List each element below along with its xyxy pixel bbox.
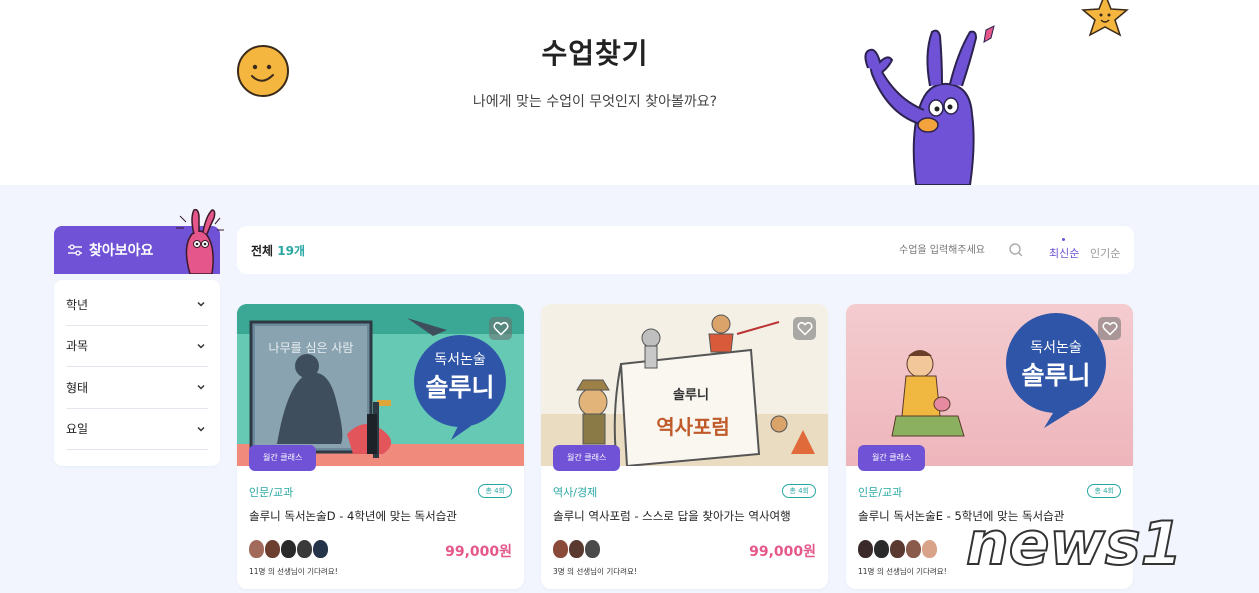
avatar	[313, 540, 328, 558]
news1-watermark-logo: news1	[965, 508, 1183, 580]
class-thumbnail: 솔루니 역사포럼	[541, 304, 828, 466]
class-price: 99,000원	[445, 544, 512, 560]
teacher-waiting-text: 3명 의 선생님이 기다려요!	[553, 567, 637, 576]
thumb-text-brand: 역사포럼	[656, 415, 730, 439]
watermark-text: news1	[966, 509, 1182, 579]
search-input[interactable]	[857, 238, 1027, 262]
chevron-down-icon	[194, 297, 208, 311]
total-count: 전체 19개	[251, 242, 305, 259]
heart-icon[interactable]	[793, 317, 816, 340]
class-category: 역사/경제	[553, 486, 598, 499]
avatar	[585, 540, 600, 558]
filter-subject-label: 과목	[66, 339, 89, 354]
avatar	[281, 540, 296, 558]
heart-icon[interactable]	[489, 317, 512, 340]
total-count-value: 19개	[277, 243, 306, 258]
sort-latest[interactable]: 최신순	[1049, 245, 1079, 261]
class-type-badge: 월간 클래스	[858, 445, 926, 471]
chevron-down-icon	[194, 422, 208, 436]
chevron-down-icon	[194, 380, 208, 394]
filter-grade[interactable]: 학년	[66, 284, 208, 326]
filter-day[interactable]: 요일	[66, 409, 208, 450]
thumb-book-title: 나무를 심은 사람	[269, 341, 354, 355]
avatar	[553, 540, 568, 558]
thumb-text-top: 솔루니	[673, 388, 709, 403]
class-title: 솔루니 역사포럼 - 스스로 답을 찾아가는 역사여행	[553, 509, 791, 523]
filter-type[interactable]: 형태	[66, 367, 208, 409]
filter-subject[interactable]: 과목	[66, 326, 208, 367]
filter-header-label: 찾아보아요	[89, 243, 154, 259]
total-label: 전체	[251, 243, 274, 258]
hero-section: 수업찾기 나에게 맞는 수업이 무엇인지 찾아볼까요?	[0, 0, 1259, 185]
teacher-avatars	[553, 540, 601, 558]
thumb-text-top: 독서논술	[434, 352, 486, 368]
chevron-down-icon	[194, 339, 208, 353]
class-thumbnail: 독서논술 솔루니 나무를 심은 사람	[237, 304, 524, 466]
pink-mascot-illustration	[176, 208, 224, 274]
teacher-waiting-text: 11명 의 선생님이 기다려요!	[249, 567, 338, 576]
search-icon[interactable]	[1008, 242, 1024, 262]
class-category: 인문/교과	[858, 486, 903, 499]
avatar	[906, 540, 921, 558]
teacher-avatars	[249, 540, 329, 558]
smiley-illustration	[237, 45, 289, 97]
star-illustration	[1081, 0, 1129, 37]
thumb-text-brand: 솔루니	[425, 373, 494, 402]
class-type-badge: 월간 클래스	[553, 445, 621, 471]
avatar	[890, 540, 905, 558]
avatar	[874, 540, 889, 558]
page: 수업찾기 나에게 맞는 수업이 무엇인지 찾아볼까요? 찾아보아요 학년 과목 …	[0, 0, 1259, 593]
avatar	[858, 540, 873, 558]
filter-header[interactable]: 찾아보아요	[54, 208, 224, 274]
thumb-text-brand: 솔루니	[1021, 361, 1090, 390]
class-card[interactable]: 독서논술 솔루니 나무를 심은 사람 월간 클래스 인문/교과 총 4회 솔루니…	[237, 304, 524, 589]
avatar	[922, 540, 937, 558]
class-price: 99,000원	[749, 544, 816, 560]
avatar	[297, 540, 312, 558]
page-title: 수업찾기	[541, 37, 649, 70]
thumb-text-top: 독서논술	[1030, 340, 1082, 356]
avatar	[265, 540, 280, 558]
avatar	[249, 540, 264, 558]
session-count-pill: 총 4회	[782, 484, 816, 498]
class-category: 인문/교과	[249, 486, 294, 499]
page-subtitle: 나에게 맞는 수업이 무엇인지 찾아볼까요?	[472, 94, 718, 110]
filter-type-label: 형태	[66, 380, 89, 395]
session-count-pill: 총 4회	[478, 484, 512, 498]
class-type-badge: 월간 클래스	[249, 445, 317, 471]
purple-bunny-illustration	[864, 25, 995, 185]
sliders-icon	[67, 244, 83, 256]
class-title: 솔루니 독서논술D - 4학년에 맞는 독서습관	[249, 509, 457, 523]
filter-sidebar: 찾아보아요 학년 과목 형태 요일	[54, 208, 224, 466]
sort-popular[interactable]: 인기순	[1090, 245, 1120, 261]
filter-grade-label: 학년	[66, 297, 89, 312]
class-thumbnail: 독서논술 솔루니	[846, 304, 1133, 466]
avatar	[569, 540, 584, 558]
heart-icon[interactable]	[1098, 317, 1121, 340]
teacher-waiting-text: 11명 의 선생님이 기다려요!	[858, 567, 947, 576]
results-toolbar: 전체 19개 최신순 인기순	[237, 226, 1134, 274]
filter-list: 학년 과목 형태 요일	[54, 280, 220, 466]
filter-day-label: 요일	[66, 422, 89, 437]
active-sort-dot	[1062, 238, 1065, 241]
teacher-avatars	[858, 540, 938, 558]
class-card[interactable]: 솔루니 역사포럼 월간 클래스 역사/경제 총 4회 솔루니 역사포럼 - 스스…	[541, 304, 828, 589]
